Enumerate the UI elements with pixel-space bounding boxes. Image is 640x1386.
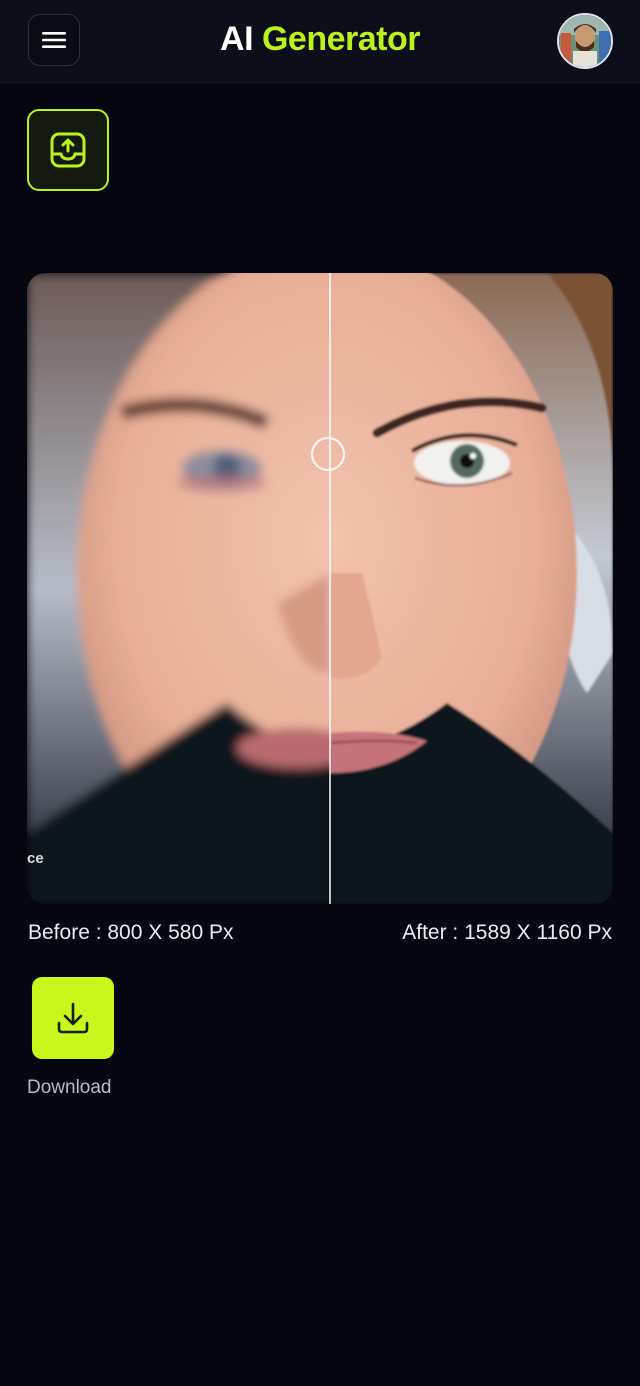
before-after-comparison[interactable]: ce	[27, 273, 613, 904]
comparison-divider[interactable]	[329, 273, 331, 904]
upload-button[interactable]	[27, 109, 109, 191]
before-size-label: Before : 800 X 580 Px	[28, 921, 234, 944]
user-avatar[interactable]	[557, 13, 613, 69]
watermark-text: ce	[27, 850, 44, 867]
upload-tray-icon	[50, 132, 86, 168]
app-title-generator: Generator	[261, 20, 421, 58]
avatar-image	[559, 15, 611, 67]
download-icon	[57, 1002, 89, 1034]
app-title: AI Generator	[0, 20, 640, 59]
app-title-ai: AI	[220, 20, 254, 58]
download-button[interactable]	[32, 977, 114, 1059]
after-size-label: After : 1589 X 1160 Px	[402, 921, 612, 944]
slider-handle[interactable]	[311, 437, 345, 471]
download-label: Download	[27, 1077, 112, 1098]
app-header: AI Generator	[0, 0, 640, 83]
portrait-image	[27, 273, 613, 904]
